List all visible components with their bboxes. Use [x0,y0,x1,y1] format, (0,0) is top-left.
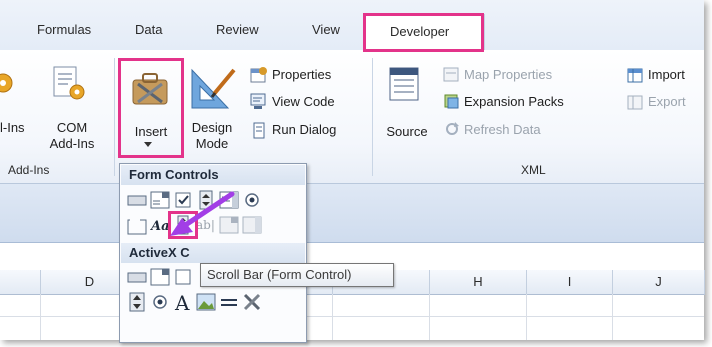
ribbon-tab-strip: Formulas Data Review View Developer [0,0,704,52]
com-addins-line2[interactable]: Add-Ins [43,136,101,152]
insert-dropdown-arrow-icon[interactable] [144,142,154,148]
tab-review[interactable]: Review [216,22,259,37]
scroll-bar-tooltip: Scroll Bar (Form Control) [200,263,394,287]
annotation-arrow-icon [170,191,235,236]
insert-toolbox-icon [132,73,168,105]
refresh-data-button[interactable]: Refresh Data [464,122,541,137]
run-dialog-icon [253,122,265,139]
view-code-icon [250,93,266,109]
activex-button-icon[interactable] [126,266,148,288]
design-mode-line1[interactable]: Design [186,120,238,136]
run-dialog-button[interactable]: Run Dialog [272,122,336,137]
tab-data[interactable]: Data [135,22,162,37]
svg-text:A: A [174,291,190,313]
tab-view[interactable]: View [312,22,340,37]
activex-option-button-icon[interactable] [149,291,171,313]
group-separator [114,58,115,176]
more-controls-icon[interactable] [241,291,263,313]
addins-group-label: Add-Ins [8,163,50,177]
form-controls-header: Form Controls [121,165,305,185]
activex-combo-box-icon[interactable] [149,266,171,288]
properties-button[interactable]: Properties [272,67,331,82]
addins-button-label[interactable]: l-Ins [0,120,25,136]
refresh-data-icon [446,122,459,135]
expansion-packs-button[interactable]: Expansion Packs [464,94,564,109]
design-mode-icon [191,68,236,109]
properties-icon [250,67,267,83]
option-button-control-icon[interactable] [241,189,263,211]
column-header-h[interactable]: H [430,270,527,295]
tab-formulas[interactable]: Formulas [37,22,91,37]
activex-scroll-bar-icon[interactable] [126,291,148,313]
button-control-icon[interactable] [126,189,148,211]
activex-label-icon[interactable]: A [172,291,194,313]
column-header-i[interactable]: I [527,270,613,295]
grid-line [40,294,41,340]
ribbon: l-Ins COM Add-Ins Add-Ins Insert Design … [0,50,704,184]
view-code-button[interactable]: View Code [272,94,335,109]
group-separator [372,58,373,176]
export-button[interactable]: Export [648,94,686,109]
export-icon [627,95,643,110]
activex-image-icon[interactable] [195,291,217,313]
map-properties-icon [443,67,459,82]
import-button[interactable]: Import [648,67,685,82]
activex-check-box-icon[interactable] [172,266,194,288]
column-header-j[interactable]: J [613,270,705,295]
grid-line [526,294,527,340]
activex-controls-header: ActiveX C [121,243,305,263]
map-properties-button[interactable]: Map Properties [464,67,552,82]
xml-source-icon [389,67,419,101]
activex-toggle-button-icon[interactable] [218,291,240,313]
grid-line [429,294,430,340]
xml-group-label: XML [521,163,546,177]
grid-line [0,316,704,317]
design-mode-line2[interactable]: Mode [186,136,238,152]
column-header-partial[interactable] [0,270,41,295]
combo-dropdown-edit-control-icon[interactable] [241,214,263,236]
group-box-control-icon[interactable] [126,214,148,236]
com-addins-icon [53,66,85,100]
grid-line [332,294,333,340]
addins-icon [0,73,13,93]
insert-button[interactable]: Insert [124,124,178,140]
formula-bar-area [0,184,704,243]
import-icon [627,68,643,83]
com-addins-line1[interactable]: COM [52,120,92,136]
developer-tab-highlight-box [363,13,484,52]
grid-line [612,294,613,340]
expansion-packs-icon [444,94,459,109]
xml-source-button[interactable]: Source [382,124,432,140]
